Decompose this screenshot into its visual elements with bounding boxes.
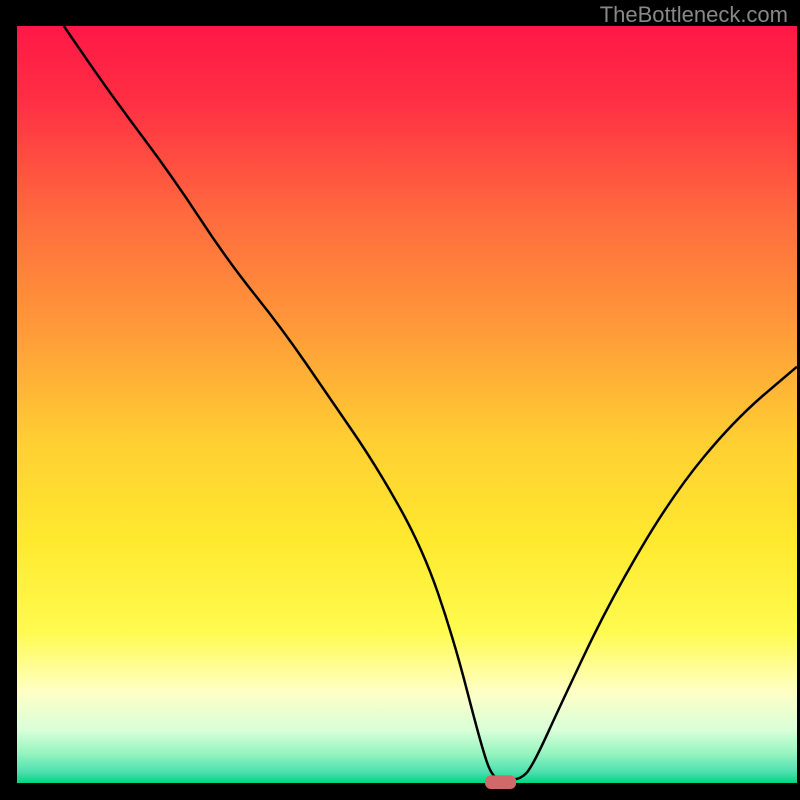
chart-container: TheBottleneck.com	[0, 0, 800, 800]
watermark-text: TheBottleneck.com	[600, 2, 788, 28]
plot-background	[17, 26, 797, 783]
optimal-marker	[485, 775, 516, 789]
chart-svg	[0, 0, 800, 800]
